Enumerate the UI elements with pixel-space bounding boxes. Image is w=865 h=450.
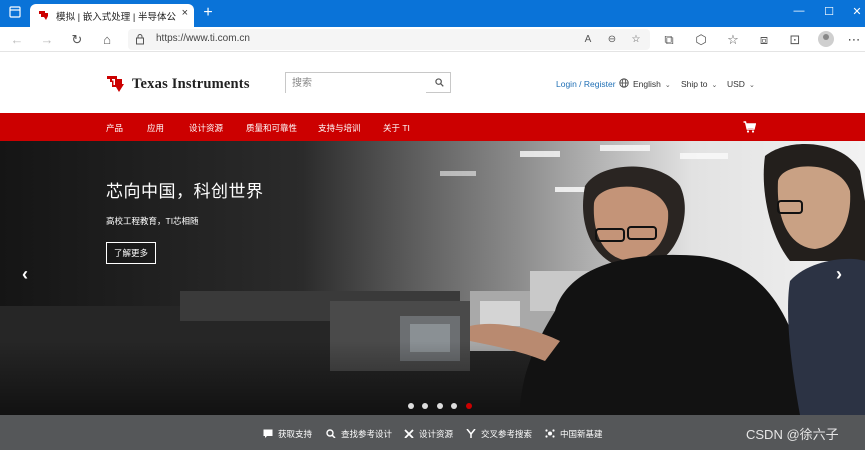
read-aloud-icon[interactable]: A (580, 31, 596, 48)
chevron-down-icon: ⌄ (748, 82, 755, 89)
search-icon[interactable] (435, 78, 444, 87)
cart-icon[interactable] (743, 121, 756, 133)
chevron-down-icon: ⌄ (711, 82, 718, 89)
carousel-dot[interactable] (408, 403, 414, 409)
reference-design-link[interactable]: 查找参考设计 (326, 428, 392, 440)
design-resources-link[interactable]: 设计资源 (404, 428, 453, 440)
chat-icon (263, 429, 273, 438)
add-favorite-icon[interactable]: ☆ (628, 31, 644, 48)
cross-reference-icon (466, 429, 476, 438)
window-menu-icon[interactable] (8, 6, 22, 20)
hero-subtitle: 高校工程教育，TI芯相随 (106, 216, 199, 226)
globe-icon (619, 78, 629, 88)
currency-selector[interactable]: USD ⌄ (727, 79, 755, 89)
get-support-label: 获取支持 (278, 429, 313, 439)
collections-icon[interactable]: ⧈ (755, 31, 773, 48)
close-tab-icon[interactable]: × (182, 7, 188, 19)
carousel-dot[interactable] (436, 403, 443, 409)
browser-tab[interactable]: 模拟 | 嵌入式处理 | 半导体公司 | × (30, 4, 194, 27)
nav-item-quality[interactable]: 质量和可靠性 (246, 122, 297, 134)
carousel-dots (408, 396, 476, 409)
ship-to-label: Ship to (681, 79, 708, 89)
screenshot-icon[interactable]: ⊡ (786, 31, 804, 48)
more-menu-icon[interactable]: ⋯ (845, 31, 863, 48)
reload-button[interactable]: ↻ (68, 31, 86, 48)
extension-icon[interactable]: ⧉ (660, 31, 678, 48)
login-register-link[interactable]: Login / Register (556, 79, 616, 89)
chevron-left-icon[interactable]: ‹ (18, 264, 32, 285)
language-label: English (633, 79, 661, 89)
url-text: https://www.ti.com.cn (156, 33, 250, 44)
carousel-dot-active[interactable] (465, 403, 472, 409)
ti-logo-icon (107, 76, 124, 92)
learn-more-button[interactable]: 了解更多 (106, 242, 156, 264)
language-selector[interactable]: English ⌄ (633, 79, 671, 89)
nav-item-design-resources[interactable]: 设计资源 (189, 122, 223, 134)
favorites-icon[interactable]: ☆ (724, 31, 742, 48)
chevron-down-icon: ⌄ (664, 82, 671, 89)
search-box[interactable] (285, 72, 451, 93)
nav-item-support-training[interactable]: 支持与培训 (318, 122, 361, 134)
tools-icon (404, 429, 414, 438)
back-button[interactable]: ← (8, 31, 26, 48)
reference-design-label: 查找参考设计 (341, 429, 393, 439)
site-header: Texas Instruments Login / Register Engli… (0, 53, 865, 113)
cross-reference-label: 交叉参考搜索 (481, 429, 533, 439)
browser-tab-bar: 模拟 | 嵌入式处理 | 半导体公司 | × + — ☐ ✕ (0, 0, 865, 27)
address-bar[interactable]: https://www.ti.com.cn A ⊖ ☆ (128, 29, 650, 50)
forward-button[interactable]: → (38, 31, 56, 48)
chevron-right-icon[interactable]: › (832, 264, 846, 285)
ship-to-selector[interactable]: Ship to ⌄ (681, 79, 717, 89)
hero-carousel: 芯向中国，科创世界 高校工程教育，TI芯相随 了解更多 ‹ › (0, 141, 865, 415)
cross-reference-link[interactable]: 交叉参考搜索 (466, 428, 532, 440)
design-resources-label: 设计资源 (419, 429, 454, 439)
nav-item-products[interactable]: 产品 (106, 122, 123, 134)
zoom-icon[interactable]: ⊖ (604, 31, 620, 48)
new-tab-button[interactable]: + (200, 4, 216, 22)
nav-item-applications[interactable]: 应用 (147, 122, 164, 134)
search-icon (326, 429, 336, 438)
puzzle-icon[interactable]: ⬡ (692, 31, 710, 48)
new-infrastructure-label: 中国新基建 (560, 429, 603, 439)
main-nav: 产品 应用 设计资源 质量和可靠性 支持与培训 关于 TI (0, 113, 865, 141)
ti-favicon-icon (39, 11, 48, 20)
search-input[interactable] (286, 74, 426, 93)
hero-title: 芯向中国，科创世界 (106, 182, 264, 201)
lock-icon (136, 34, 144, 45)
nav-item-about-ti[interactable]: 关于 TI (383, 122, 410, 134)
logo-text: Texas Instruments (132, 76, 250, 92)
browser-toolbar: ← → ↻ ⌂ https://www.ti.com.cn A ⊖ ☆ ⧉ ⬡ … (0, 27, 865, 52)
quick-links-bar: 获取支持 查找参考设计 设计资源 交叉参考搜索 中国新基建 (0, 415, 865, 450)
csdn-watermark: CSDN @徐六子 (746, 427, 839, 442)
get-support-link[interactable]: 获取支持 (263, 428, 312, 440)
network-icon (545, 429, 555, 438)
maximize-button[interactable]: ☐ (819, 5, 839, 18)
home-button[interactable]: ⌂ (98, 31, 116, 48)
minimize-button[interactable]: — (789, 5, 809, 17)
new-infrastructure-link[interactable]: 中国新基建 (545, 428, 603, 440)
currency-label: USD (727, 79, 745, 89)
close-window-button[interactable]: ✕ (847, 5, 865, 18)
tab-title: 模拟 | 嵌入式处理 | 半导体公司 | (56, 12, 176, 23)
profile-avatar[interactable] (818, 31, 834, 47)
